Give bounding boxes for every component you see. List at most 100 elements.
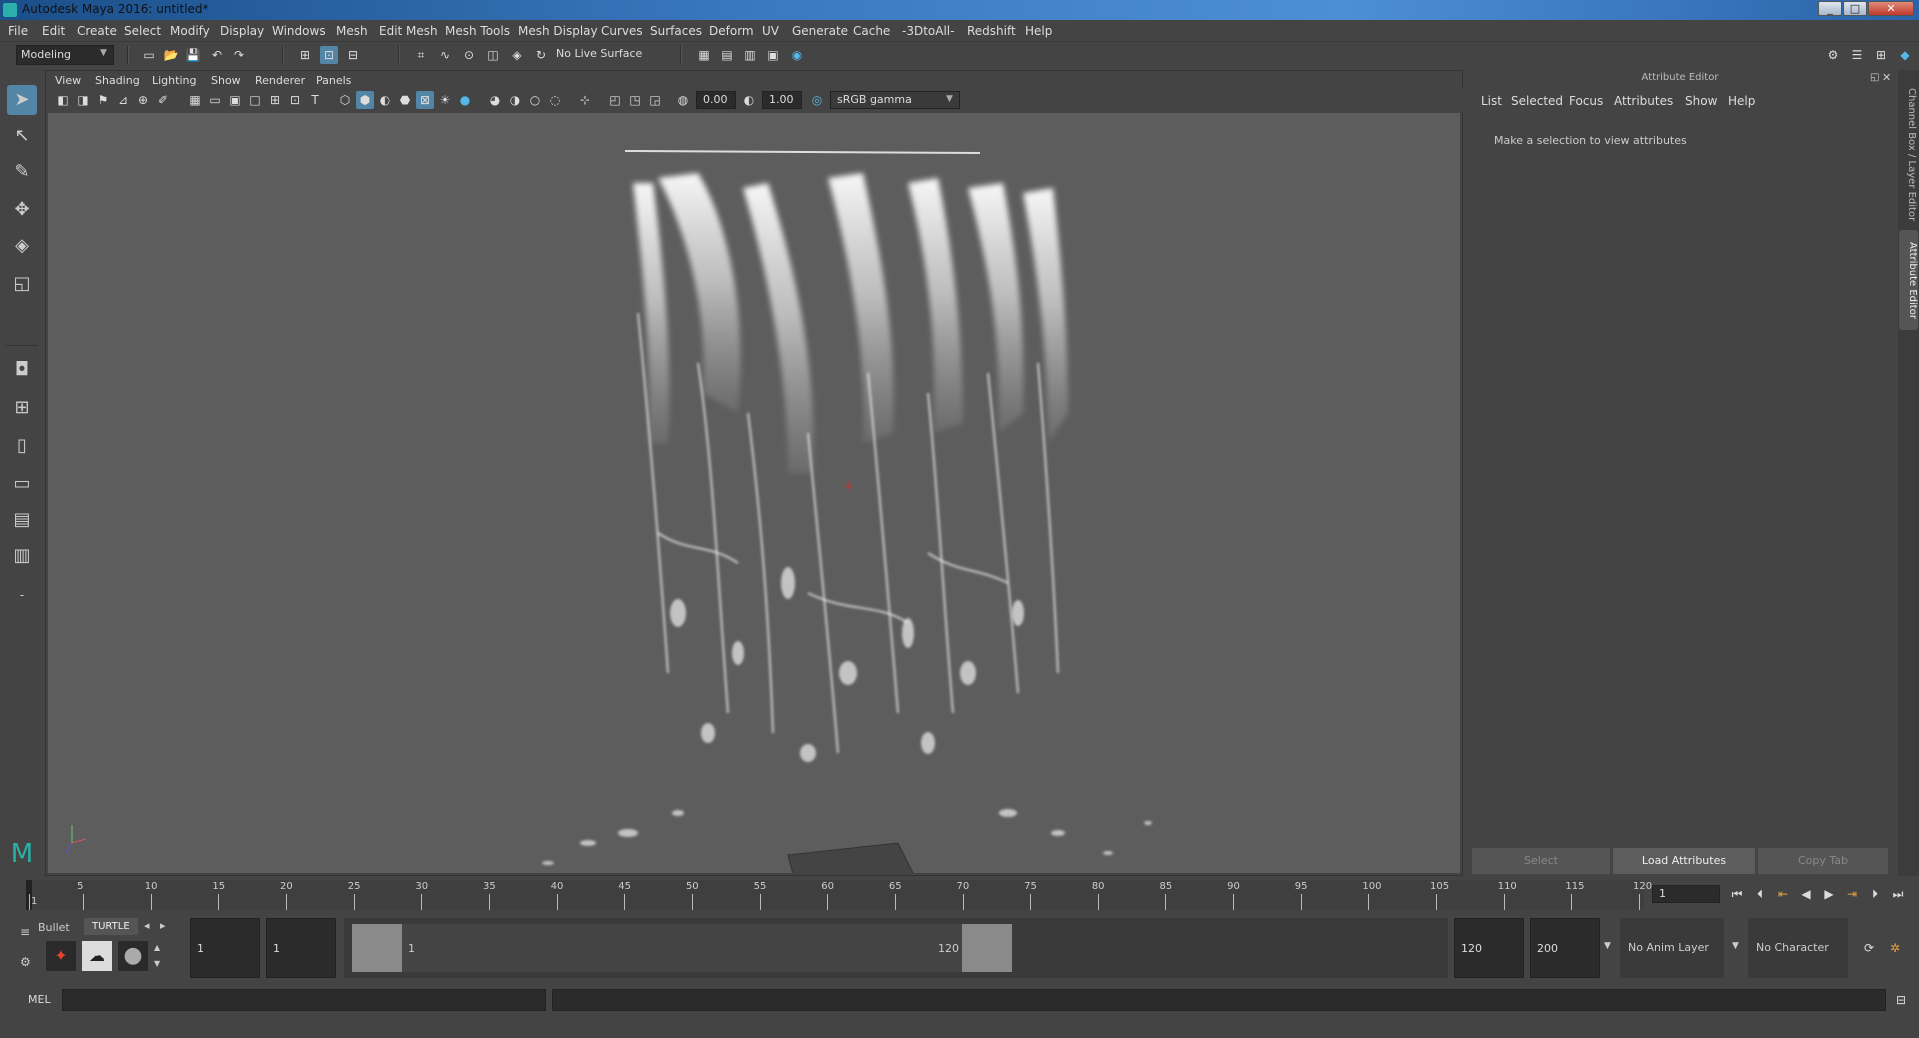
playback-start-field[interactable]: 1	[266, 918, 336, 978]
hypershade-icon[interactable]: ◉	[788, 46, 806, 64]
turtle-settings-icon[interactable]: ☁	[82, 941, 112, 971]
safe-action-icon[interactable]: ⊡	[286, 91, 304, 109]
ipr-render-icon[interactable]: ▥	[741, 46, 759, 64]
snap-view-plane-icon[interactable]: ◫	[484, 46, 502, 64]
snap-grid-icon[interactable]: ⌗	[412, 46, 430, 64]
select-hierarchy-icon[interactable]: ⊞	[296, 46, 314, 64]
channel-box-tab[interactable]: Channel Box / Layer Editor	[1900, 80, 1917, 230]
select-object-icon[interactable]: ⊡	[320, 46, 338, 64]
film-gate-icon[interactable]: ▭	[206, 91, 224, 109]
grid-icon[interactable]: ▦	[186, 91, 204, 109]
menu-generate[interactable]: Generate	[792, 24, 848, 38]
close-panel-icon[interactable]: ✕	[1882, 71, 1891, 84]
step-back-key-icon[interactable]: ⇤	[1774, 885, 1792, 903]
screen-space-ao-icon[interactable]: ◕	[486, 91, 504, 109]
copy-tab-button[interactable]: Copy Tab	[1758, 848, 1888, 874]
gate-mask-icon[interactable]: □	[246, 91, 264, 109]
step-forward-frame-icon[interactable]: ⏵	[1866, 885, 1884, 903]
range-end-handle[interactable]	[962, 924, 1012, 972]
shelf-scroll-left-icon[interactable]: ◂	[144, 919, 150, 932]
depth-of-field-icon[interactable]: ◌	[546, 91, 564, 109]
minimize-button[interactable]: _	[1818, 1, 1842, 16]
default-material-icon[interactable]: ◐	[376, 91, 394, 109]
current-frame-field[interactable]: 1	[1652, 885, 1720, 903]
attr-menu-show[interactable]: Show	[1685, 94, 1717, 108]
menu-curves[interactable]: Curves	[601, 24, 643, 38]
animation-start-field[interactable]: 1	[190, 918, 260, 978]
perspective-view[interactable]: persp	[48, 113, 1460, 873]
step-forward-key-icon[interactable]: ⇥	[1843, 885, 1861, 903]
panel-menu-view[interactable]: View	[55, 74, 81, 87]
step-back-frame-icon[interactable]: ⏴	[1751, 885, 1769, 903]
use-lights-icon[interactable]: ☀	[436, 91, 454, 109]
smooth-shade-icon[interactable]: ⬢	[356, 91, 374, 109]
select-button[interactable]: Select	[1472, 848, 1610, 874]
xray-icon[interactable]: ◰	[606, 91, 624, 109]
hypershade-persp-layout-icon[interactable]: ▤	[7, 505, 37, 535]
range-start-handle[interactable]	[352, 924, 402, 972]
rotate-tool-icon[interactable]: ◈	[7, 231, 37, 261]
xray-components-icon[interactable]: ◲	[646, 91, 664, 109]
maximize-button[interactable]: □	[1843, 1, 1867, 16]
more-layouts-icon[interactable]: -	[7, 580, 37, 610]
attr-menu-attributes[interactable]: Attributes	[1614, 94, 1673, 108]
turtle-sphere-icon[interactable]: ●	[118, 941, 148, 971]
panel-menu-lighting[interactable]: Lighting	[152, 74, 196, 87]
wireframe-on-shaded-icon[interactable]: ⬣	[396, 91, 414, 109]
float-panel-icon[interactable]: ◱	[1870, 72, 1879, 83]
time-slider[interactable]: 1 5 10 15 20 25 30 35 40 45 50 55 60 65 70 75 80 85 90 95 10…	[0, 877, 1919, 913]
go-to-end-icon[interactable]: ⏭	[1889, 885, 1907, 903]
range-slider-bar[interactable]	[402, 924, 1002, 972]
menu-surfaces[interactable]: Surfaces	[650, 24, 702, 38]
time-ruler[interactable]: 1 5 10 15 20 25 30 35 40 45 50 55 60 65 70 75 80 85 90 95 10…	[26, 880, 1652, 910]
menu-deform[interactable]: Deform	[709, 24, 754, 38]
snap-surface-icon[interactable]: ◈	[508, 46, 526, 64]
modeling-toolkit-icon[interactable]: ⚙	[1824, 46, 1842, 64]
snap-curve-icon[interactable]: ∿	[436, 46, 454, 64]
move-tool-icon[interactable]: ✥	[7, 195, 37, 225]
attr-menu-selected[interactable]: Selected	[1511, 94, 1563, 108]
menu-uv[interactable]: UV	[762, 24, 779, 38]
safe-title-icon[interactable]: T	[306, 91, 324, 109]
menu-redshift[interactable]: Redshift	[967, 24, 1016, 38]
panel-menu-show[interactable]: Show	[211, 74, 241, 87]
menu-3dtoall[interactable]: -3DtoAll-	[902, 24, 954, 38]
turtle-render-icon[interactable]: ✦	[46, 941, 76, 971]
menu-modify[interactable]: Modify	[170, 24, 210, 38]
scale-tool-icon[interactable]: ◱	[7, 269, 37, 299]
snap-rotate-icon[interactable]: ↻	[532, 46, 550, 64]
go-to-start-icon[interactable]: ⏮	[1728, 885, 1746, 903]
play-backwards-icon[interactable]: ◀	[1797, 885, 1815, 903]
shelf-up-icon[interactable]: ▲	[154, 943, 160, 952]
channel-box-icon[interactable]: ◆	[1896, 46, 1914, 64]
menu-cache[interactable]: Cache	[853, 24, 890, 38]
render-view-icon[interactable]: ▦	[695, 46, 713, 64]
shadows-icon[interactable]: ●	[456, 91, 474, 109]
range-slider-track[interactable]: 1 120	[344, 918, 1448, 978]
paint-select-tool-icon[interactable]: ✎	[7, 157, 37, 187]
2d-pan-zoom-icon[interactable]: ⊕	[134, 91, 152, 109]
save-scene-icon[interactable]: 💾	[184, 46, 202, 64]
menu-mesh-display[interactable]: Mesh Display	[518, 24, 598, 38]
shelf-settings-icon[interactable]: ⚙	[20, 955, 31, 969]
playback-end-field[interactable]: 120	[1454, 918, 1524, 978]
bookmark-icon[interactable]: ⚑	[94, 91, 112, 109]
tool-settings-icon[interactable]: ⊞	[1872, 46, 1890, 64]
open-scene-icon[interactable]: 📂	[162, 46, 180, 64]
attribute-editor-toggle-icon[interactable]: ☰	[1848, 46, 1866, 64]
menu-windows[interactable]: Windows	[272, 24, 326, 38]
panel-menu-panels[interactable]: Panels	[316, 74, 351, 87]
menu-mesh-tools[interactable]: Mesh Tools	[445, 24, 510, 38]
close-button[interactable]: ✕	[1868, 1, 1914, 16]
shelf-tab-bullet[interactable]: Bullet	[38, 921, 70, 934]
shelf-menu-icon[interactable]: ≡	[20, 925, 30, 939]
textured-icon[interactable]: ⊠	[416, 91, 434, 109]
persp-outliner-layout-icon[interactable]: ▯	[7, 431, 37, 461]
attr-menu-focus[interactable]: Focus	[1569, 94, 1603, 108]
attr-menu-help[interactable]: Help	[1728, 94, 1755, 108]
snap-point-icon[interactable]: ⊙	[460, 46, 478, 64]
render-current-frame-icon[interactable]: ▤	[718, 46, 736, 64]
shelf-down-icon[interactable]: ▼	[154, 959, 160, 968]
script-language-label[interactable]: MEL	[28, 993, 51, 1006]
character-set-dropdown[interactable]: No Character Set	[1748, 918, 1848, 1014]
